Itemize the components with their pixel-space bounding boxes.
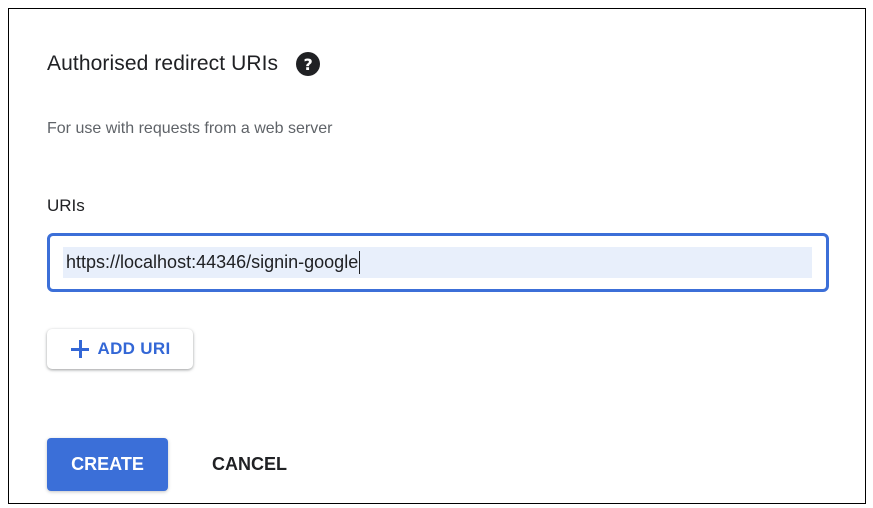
uri-input[interactable]: https://localhost:44346/signin-google bbox=[47, 233, 829, 292]
section-title: Authorised redirect URIs bbox=[47, 52, 279, 75]
text-caret bbox=[359, 251, 361, 274]
section-subtitle: For use with requests from a web server bbox=[47, 120, 333, 137]
add-uri-label: ADD URI bbox=[97, 339, 171, 358]
uris-field-label: URIs bbox=[47, 196, 85, 215]
uri-input-value: https://localhost:44346/signin-google bbox=[66, 252, 359, 272]
create-button[interactable]: CREATE bbox=[47, 438, 168, 491]
plus-icon bbox=[70, 339, 90, 359]
help-circle-icon[interactable]: ? bbox=[296, 52, 321, 76]
redirect-uris-panel: Authorised redirect URIs ? For use with … bbox=[8, 8, 866, 504]
section-header: Authorised redirect URIs ? bbox=[47, 52, 321, 76]
uri-input-value-wrapper: https://localhost:44346/signin-google bbox=[66, 251, 361, 274]
cancel-button[interactable]: CANCEL bbox=[187, 438, 312, 491]
add-uri-button[interactable]: ADD URI bbox=[47, 329, 193, 369]
